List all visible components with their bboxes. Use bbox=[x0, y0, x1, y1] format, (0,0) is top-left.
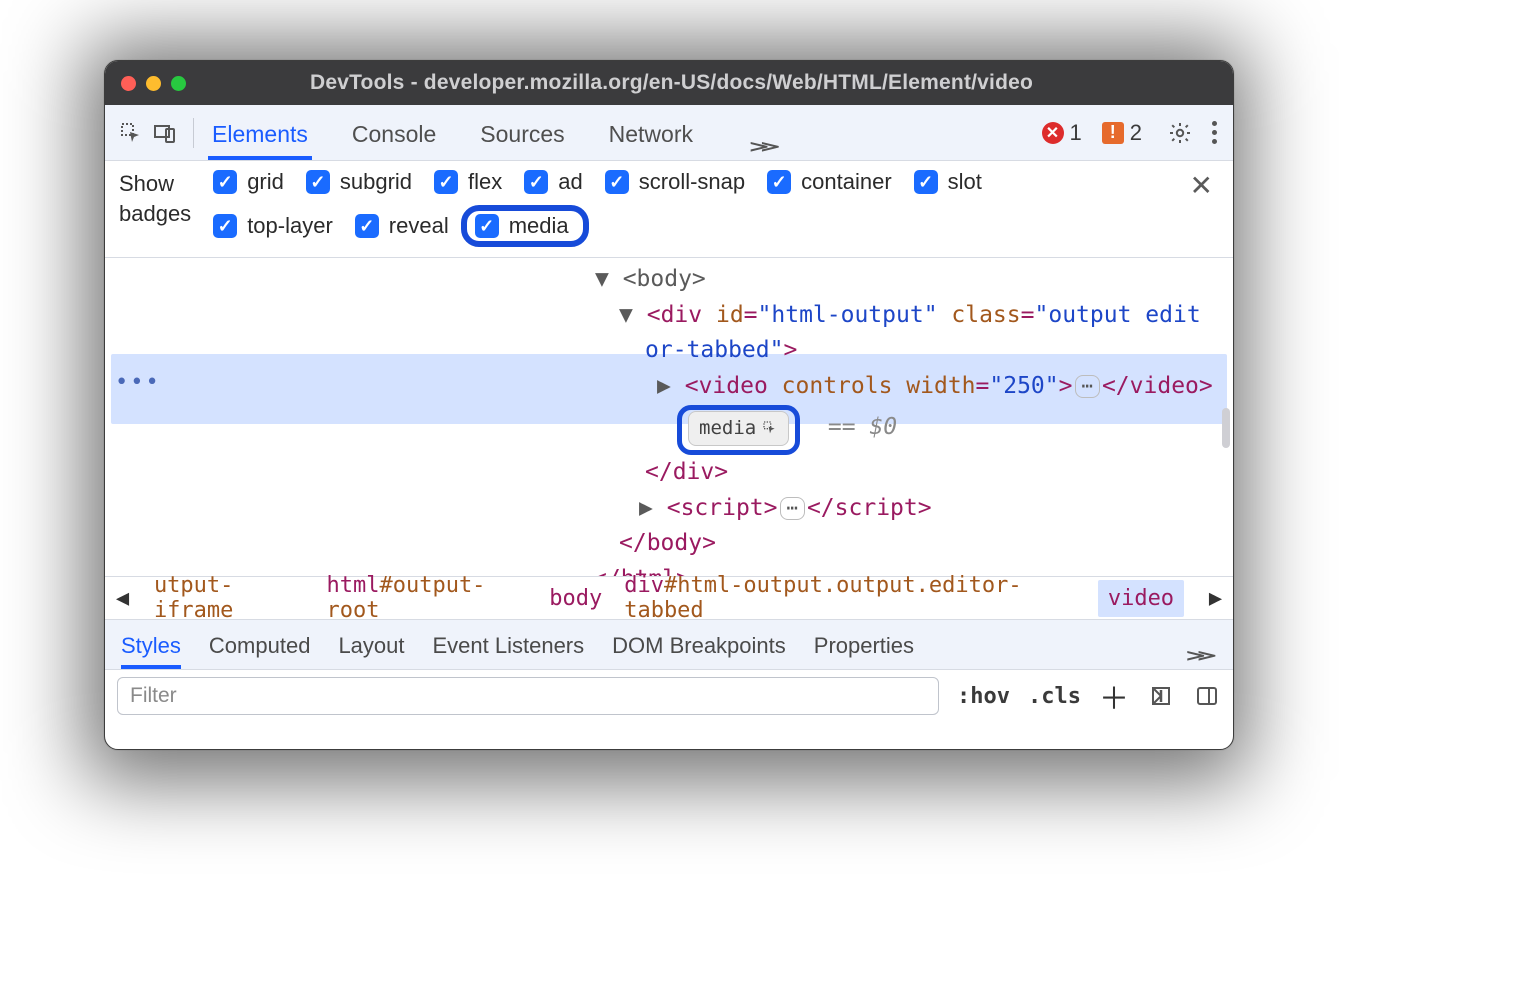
styles-filter-input[interactable]: Filter bbox=[117, 677, 939, 715]
window-title: DevTools - developer.mozilla.org/en-US/d… bbox=[196, 71, 1147, 95]
main-toolbar: Elements Console Sources Network ≫ ✕ 1 !… bbox=[105, 105, 1233, 161]
dom-breadcrumb: ◀ utput-iframe html#output-root body div… bbox=[105, 576, 1233, 620]
subtab-overflow-icon[interactable]: ≫ bbox=[1186, 649, 1217, 664]
dom-node-div-close[interactable]: </div> bbox=[105, 455, 1233, 491]
warning-icon: ! bbox=[1102, 122, 1124, 144]
subtab-dom-breakpoints[interactable]: DOM Breakpoints bbox=[612, 633, 786, 669]
dom-node-body[interactable]: ▼ <body> bbox=[105, 262, 1233, 298]
styles-toolbar: Filter :hov .cls ＋ bbox=[105, 670, 1233, 722]
subtab-event-listeners[interactable]: Event Listeners bbox=[433, 633, 585, 669]
close-badges-icon[interactable]: ✕ bbox=[1190, 169, 1219, 202]
media-badge-highlight: media bbox=[677, 405, 800, 455]
badge-checkbox-flex[interactable]: ✓flex bbox=[434, 169, 502, 195]
badge-checkbox-media[interactable]: ✓media bbox=[475, 213, 569, 239]
inspect-element-icon[interactable] bbox=[117, 119, 145, 147]
dom-node-div-open[interactable]: ▼ <div id="html-output" class="output ed… bbox=[105, 298, 1233, 334]
dom-node-body-close[interactable]: </body> bbox=[105, 526, 1233, 562]
more-tabs-icon[interactable]: ≫ bbox=[749, 140, 780, 155]
panel-tabs: Elements Console Sources Network ≫ bbox=[208, 105, 780, 160]
badge-checkbox-grid-item[interactable]: ✓grid bbox=[213, 169, 284, 195]
badge-checkbox-subgrid[interactable]: ✓subgrid bbox=[306, 169, 412, 195]
badge-checkbox-slot[interactable]: ✓slot bbox=[914, 169, 982, 195]
crumb-body[interactable]: body bbox=[549, 586, 602, 611]
badge-checkbox-reveal[interactable]: ✓reveal bbox=[355, 213, 449, 239]
warning-number: 2 bbox=[1130, 120, 1142, 146]
traffic-zoom-icon[interactable] bbox=[171, 76, 186, 91]
tab-console[interactable]: Console bbox=[348, 121, 440, 160]
dom-tree-view[interactable]: ••• ▼ <body> ▼ <div id="html-output" cla… bbox=[105, 258, 1233, 576]
dom-node-html-close[interactable]: </html> bbox=[105, 562, 1233, 576]
error-count[interactable]: ✕ 1 bbox=[1042, 120, 1082, 146]
media-badge[interactable]: media bbox=[688, 411, 789, 446]
crumb-html[interactable]: html#output-root bbox=[326, 573, 527, 623]
device-toolbar-icon[interactable] bbox=[151, 119, 179, 147]
breadcrumb-right-icon[interactable]: ▶ bbox=[1206, 588, 1225, 608]
badge-checkbox-ad[interactable]: ✓ad bbox=[524, 169, 582, 195]
show-badges-label: Showbadges bbox=[119, 169, 191, 228]
filter-placeholder: Filter bbox=[130, 684, 177, 708]
tab-sources[interactable]: Sources bbox=[476, 121, 568, 160]
badge-checkbox-media-highlight: ✓media bbox=[461, 205, 589, 247]
settings-gear-icon[interactable] bbox=[1166, 119, 1194, 147]
crumb-div[interactable]: div#html-output.output.editor-tabbed bbox=[624, 573, 1076, 623]
dom-node-div-open-2[interactable]: or-tabbed"> bbox=[105, 333, 1233, 369]
hov-toggle[interactable]: :hov bbox=[957, 684, 1010, 709]
inspect-small-icon bbox=[762, 420, 778, 436]
badge-checkbox-container[interactable]: ✓container bbox=[767, 169, 892, 195]
dom-node-video[interactable]: ▶ <video controls width="250">⋯</video> bbox=[105, 369, 1233, 405]
cls-toggle[interactable]: .cls bbox=[1028, 684, 1081, 709]
tab-elements[interactable]: Elements bbox=[208, 121, 312, 160]
separator bbox=[193, 118, 194, 148]
warning-count[interactable]: ! 2 bbox=[1102, 120, 1142, 146]
tab-network[interactable]: Network bbox=[605, 121, 697, 160]
new-style-rule-icon[interactable]: ＋ bbox=[1099, 674, 1129, 718]
sub-panel-tabs: Styles Computed Layout Event Listeners D… bbox=[105, 620, 1233, 670]
crumb-video[interactable]: video bbox=[1098, 580, 1184, 617]
toggle-sidebar-icon[interactable] bbox=[1193, 682, 1221, 710]
subtab-styles[interactable]: Styles bbox=[121, 633, 181, 669]
dom-node-script[interactable]: ▶ <script>⋯</script> bbox=[105, 491, 1233, 527]
error-icon: ✕ bbox=[1042, 122, 1064, 144]
subtab-layout[interactable]: Layout bbox=[338, 633, 404, 669]
subtab-properties[interactable]: Properties bbox=[814, 633, 914, 669]
devtools-window: DevTools - developer.mozilla.org/en-US/d… bbox=[104, 60, 1234, 750]
traffic-minimize-icon[interactable] bbox=[146, 76, 161, 91]
traffic-close-icon[interactable] bbox=[121, 76, 136, 91]
badge-checkbox-top-layer[interactable]: ✓top-layer bbox=[213, 213, 333, 239]
show-badges-row: Showbadges ✓grid ✓subgrid ✓flex ✓ad ✓scr… bbox=[105, 161, 1233, 258]
dom-node-video-badge-row[interactable]: media == $0 bbox=[105, 405, 1233, 455]
window-titlebar: DevTools - developer.mozilla.org/en-US/d… bbox=[105, 61, 1233, 105]
error-number: 1 bbox=[1070, 120, 1082, 146]
more-menu-icon[interactable] bbox=[1212, 121, 1217, 144]
badge-checkbox-grid: ✓grid ✓subgrid ✓flex ✓ad ✓scroll-snap ✓c… bbox=[213, 169, 1073, 247]
badge-checkbox-scroll-snap[interactable]: ✓scroll-snap bbox=[605, 169, 745, 195]
crumb-iframe[interactable]: utput-iframe bbox=[154, 573, 305, 623]
subtab-computed[interactable]: Computed bbox=[209, 633, 311, 669]
computed-styles-icon[interactable] bbox=[1147, 682, 1175, 710]
breadcrumb-left-icon[interactable]: ◀ bbox=[113, 588, 132, 608]
